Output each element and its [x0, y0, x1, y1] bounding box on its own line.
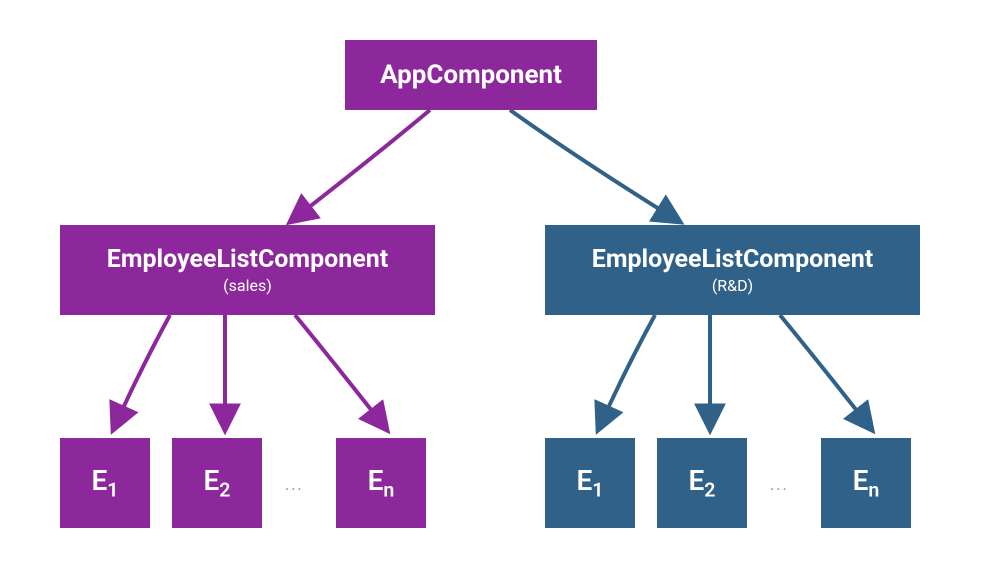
node-sales-en: En	[336, 438, 426, 528]
node-employee-list-rd-title: EmployeeListComponent	[592, 245, 873, 274]
node-employee-list-rd: EmployeeListComponent (R&D)	[545, 225, 920, 315]
node-rd-e2: E2	[657, 438, 747, 528]
leaf-label: E2	[204, 464, 231, 502]
leaf-label: En	[853, 464, 880, 502]
node-rd-en: En	[821, 438, 911, 528]
node-app-component-title: AppComponent	[380, 60, 562, 90]
node-sales-e2: E2	[172, 438, 262, 528]
leaf-label: E1	[577, 464, 604, 502]
sales-ellipsis: ...	[285, 475, 304, 494]
leaf-label: En	[368, 464, 395, 502]
node-employee-list-rd-sub: (R&D)	[712, 276, 753, 295]
node-employee-list-sales-title: EmployeeListComponent	[107, 245, 388, 274]
node-employee-list-sales: EmployeeListComponent (sales)	[60, 225, 435, 315]
node-app-component: AppComponent	[345, 40, 597, 110]
node-rd-e1: E1	[545, 438, 635, 528]
node-sales-e1: E1	[60, 438, 150, 528]
rd-ellipsis: ...	[770, 475, 789, 494]
node-employee-list-sales-sub: (sales)	[223, 276, 272, 295]
leaf-label: E1	[92, 464, 119, 502]
leaf-label: E2	[689, 464, 716, 502]
